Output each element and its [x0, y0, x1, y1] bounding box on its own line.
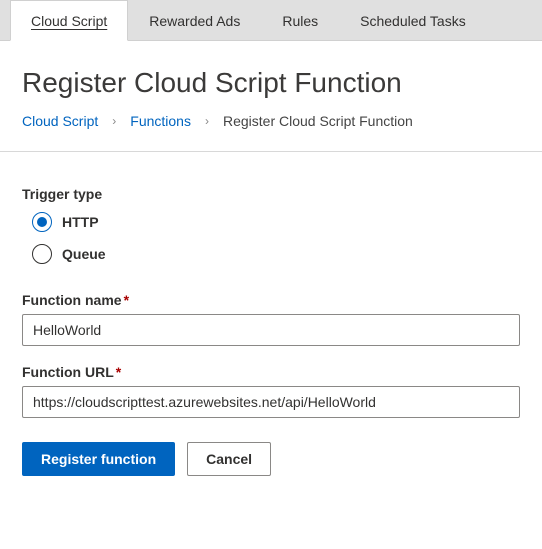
- tab-rules[interactable]: Rules: [261, 0, 339, 40]
- function-name-input[interactable]: [22, 314, 520, 346]
- tab-cloud-script[interactable]: Cloud Script: [10, 0, 128, 41]
- page-title: Register Cloud Script Function: [22, 67, 520, 99]
- radio-label: HTTP: [62, 214, 99, 230]
- page-content: Register Cloud Script Function Cloud Scr…: [0, 41, 542, 496]
- function-url-input[interactable]: [22, 386, 520, 418]
- function-url-field: Function URL*: [22, 364, 520, 418]
- trigger-type-label: Trigger type: [22, 186, 520, 202]
- breadcrumb-cloud-script[interactable]: Cloud Script: [22, 113, 98, 129]
- radio-icon: [32, 212, 52, 232]
- chevron-right-icon: ›: [112, 114, 116, 128]
- tab-bar: Cloud Script Rewarded Ads Rules Schedule…: [0, 0, 542, 41]
- register-function-button[interactable]: Register function: [22, 442, 175, 476]
- trigger-option-queue[interactable]: Queue: [32, 244, 520, 264]
- breadcrumb-functions[interactable]: Functions: [130, 113, 191, 129]
- divider: [0, 151, 542, 152]
- radio-icon: [32, 244, 52, 264]
- cancel-button[interactable]: Cancel: [187, 442, 271, 476]
- function-name-label: Function name*: [22, 292, 129, 308]
- trigger-option-http[interactable]: HTTP: [32, 212, 520, 232]
- breadcrumb-current: Register Cloud Script Function: [223, 113, 413, 129]
- radio-label: Queue: [62, 246, 106, 262]
- chevron-right-icon: ›: [205, 114, 209, 128]
- action-bar: Register function Cancel: [22, 442, 520, 476]
- tab-rewarded-ads[interactable]: Rewarded Ads: [128, 0, 261, 40]
- required-mark: *: [124, 292, 129, 308]
- function-url-label: Function URL*: [22, 364, 121, 380]
- required-mark: *: [116, 364, 121, 380]
- tab-scheduled-tasks[interactable]: Scheduled Tasks: [339, 0, 487, 40]
- trigger-type-group: Trigger type HTTP Queue: [22, 186, 520, 264]
- breadcrumb: Cloud Script › Functions › Register Clou…: [22, 113, 520, 129]
- function-name-field: Function name*: [22, 292, 520, 346]
